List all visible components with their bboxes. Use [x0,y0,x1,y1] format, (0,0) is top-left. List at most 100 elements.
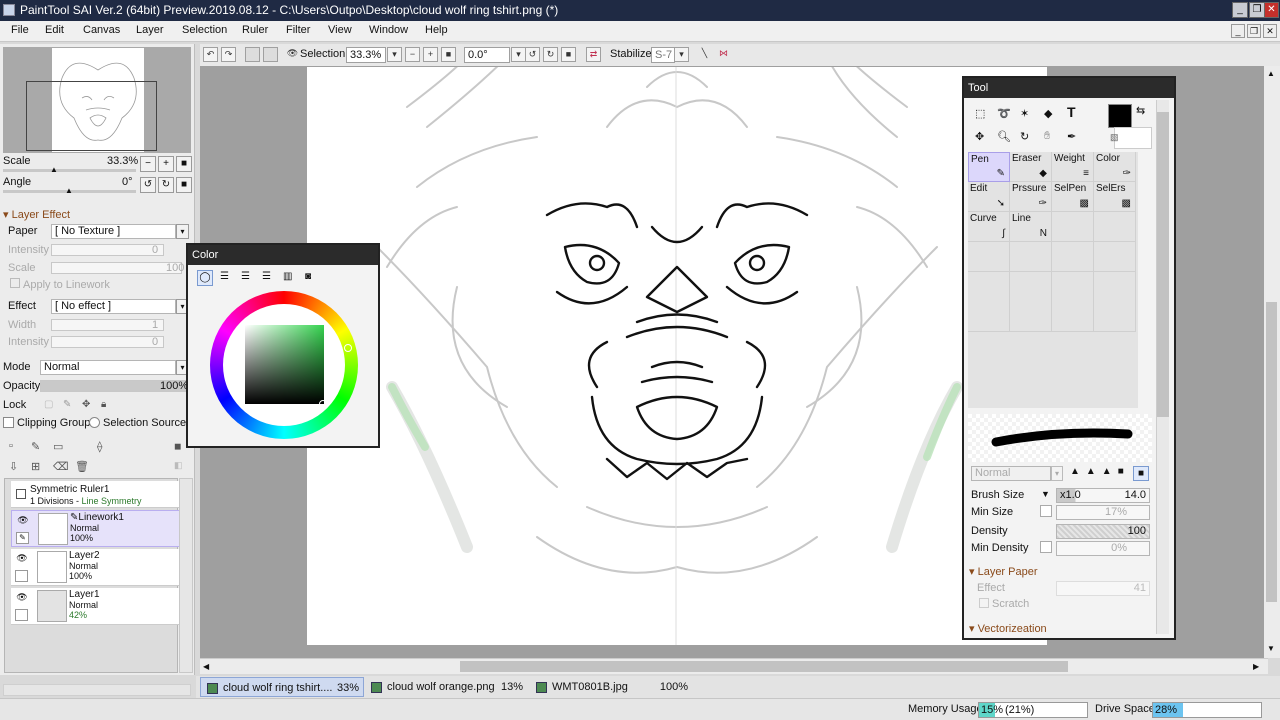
tool-preset-empty[interactable] [968,242,1010,272]
brush-shape-square-icon[interactable]: ■ [1133,466,1149,481]
tool-preset-empty[interactable] [1010,272,1052,332]
intensity-slider[interactable] [51,244,164,256]
paper-scale-slider[interactable] [51,262,182,274]
zoom-in-toolbar-button[interactable]: + [423,47,438,62]
rotate-right-button[interactable]: ↻ [158,177,174,193]
layer-item[interactable]: 👁︎ Layer1 Normal 42% [11,588,180,625]
scroll-up-arrow-icon[interactable]: ▲ [1267,69,1275,78]
mdi-close-button[interactable]: ✕ [1263,24,1277,38]
layer-menu-icon[interactable]: ◼ [174,441,181,452]
saturation-value-square[interactable] [245,325,324,404]
rotation-dropdown-button[interactable]: ▾ [511,47,526,62]
bucket-icon[interactable]: ◆ [1044,107,1052,120]
symmetry-icon[interactable]: ⋈ [716,47,731,62]
color-wheel-mode-icon[interactable]: ◯ [197,270,213,286]
main-color-swatch[interactable] [1108,104,1132,128]
rotate-cw-button[interactable]: ↻ [543,47,558,62]
rotate-ccw-button[interactable]: ↺ [525,47,540,62]
mdi-restore-button[interactable]: ❐ [1247,24,1261,38]
tool-preset-curve[interactable]: Curve ∫ [968,212,1010,242]
tool-preset-empty[interactable] [1052,212,1094,242]
menu-edit[interactable]: Edit [45,24,64,36]
lock-all-icon[interactable]: 🔒︎ [101,399,106,410]
zoom-out-button[interactable]: − [140,156,156,172]
rotate-left-button[interactable]: ↺ [140,177,156,193]
scale-slider[interactable] [3,169,136,172]
lock-move-icon[interactable]: ✥ [82,399,90,410]
min-size-checkbox[interactable] [1040,505,1052,517]
straight-line-icon[interactable]: ╲ [697,47,712,62]
new-folder-icon[interactable]: ▭ [53,440,63,453]
layer-effect-header[interactable]: ▾ Layer Effect [3,208,70,221]
palette-mode-icon[interactable]: ☰ [262,271,271,282]
hue-marker[interactable] [344,344,352,352]
tool-preset-empty[interactable] [1094,272,1136,332]
tool-preset-empty[interactable] [1052,272,1094,332]
rotation-field[interactable]: 0.0° [464,47,510,63]
scroll-right-arrow-icon[interactable]: ▶ [1253,662,1259,671]
tool-panel-scroll-thumb[interactable] [1157,112,1169,417]
visibility-eye-icon[interactable]: 👁︎ [16,515,30,527]
new-ruler-icon[interactable]: ⟠ [97,440,102,453]
navigator-viewport[interactable] [26,81,157,151]
new-linework-icon[interactable]: ✎ [31,440,40,453]
swap-colors-icon[interactable]: ⇆ [1136,104,1145,117]
maximize-button[interactable]: ❐ [1249,2,1265,18]
min-density-slider[interactable]: 0% [1056,541,1150,556]
tool-panel-scrollbar[interactable] [1156,100,1169,634]
transfer-down-icon[interactable]: ⇩ [9,460,18,473]
flip-horizontal-button[interactable]: ⇄ [586,47,601,62]
min-density-checkbox[interactable] [1040,541,1052,553]
menu-view[interactable]: View [328,24,352,36]
magic-wand-icon[interactable]: ✶ [1020,107,1029,120]
document-tab[interactable]: cloud wolf ring tshirt.... 33% [200,677,364,697]
apply-linework-checkbox[interactable]: Apply to Linework [10,278,110,291]
tool-preset-eraser[interactable]: Eraser ◆ [1010,152,1052,182]
zoom-reset-toolbar-button[interactable]: ■ [441,47,456,62]
mdi-minimize-button[interactable]: _ [1231,24,1245,38]
transparent-color-icon[interactable]: ▧ [1110,132,1119,143]
delete-layer-icon[interactable]: 🗑︎ [75,460,89,473]
tool-blend-dropdown-button[interactable]: ▾ [1051,466,1063,481]
stabilizer-select[interactable]: S-7 [651,47,675,63]
tool-preset-pressure[interactable]: Prssure ✑ [1010,182,1052,212]
selection-source-checkbox[interactable]: Selection Source [89,417,186,429]
layer-item[interactable]: Symmetric Ruler1 1 Divisions - Line Symm… [11,481,180,508]
swatch-mode-icon[interactable]: ▥ [283,271,292,282]
clipping-group-checkbox[interactable]: Clipping Group [3,417,90,429]
menu-help[interactable]: Help [425,24,448,36]
tool-preset-empty[interactable] [1010,242,1052,272]
tool-preset-empty[interactable] [1094,212,1136,242]
redo-button[interactable]: ↷ [221,47,236,62]
blend-mode-select[interactable]: Normal [40,360,176,375]
vertical-scroll-thumb[interactable] [1266,302,1277,602]
tool-preset-line[interactable]: Line N [1010,212,1052,242]
tool-effect-slider[interactable]: 41 [1056,581,1150,596]
brush-size-dropdown-icon[interactable]: ▼ [1041,489,1050,499]
menu-window[interactable]: Window [369,24,408,36]
scratch-checkbox[interactable]: Scratch [979,598,1029,610]
menu-filter[interactable]: Filter [286,24,310,36]
layer-link-box[interactable] [15,570,28,582]
left-panel-scrollbar[interactable] [3,684,191,696]
move-tool-icon[interactable]: ✥ [975,130,984,143]
deselect-button[interactable] [245,47,260,62]
rotate-reset-button[interactable]: ■ [176,177,192,193]
eyedropper-icon[interactable]: ✒ [1067,130,1076,143]
document-tab[interactable]: cloud wolf orange.png 13% [365,677,527,697]
rect-select-icon[interactable]: ⬚ [975,107,985,120]
layer-link-box[interactable] [15,609,28,621]
tool-preset-empty[interactable] [1052,242,1094,272]
select-all-button[interactable] [263,47,278,62]
secondary-color-swatch[interactable] [1114,127,1152,149]
canvas-paper[interactable] [307,67,1047,645]
brush-shape-icons[interactable]: ▲▲▲■ [1070,466,1130,477]
document-tab[interactable]: WMT0801B.jpg 100% [530,677,692,697]
undo-button[interactable]: ↶ [203,47,218,62]
lock-transparency-icon[interactable]: ▢ [44,399,53,410]
tool-preset-pen[interactable]: Pen ✎ [968,152,1010,182]
hand-tool-icon[interactable]: ✋︎ [1044,130,1050,143]
density-slider[interactable]: 100 [1056,524,1150,539]
menu-canvas[interactable]: Canvas [83,24,120,36]
effect-select[interactable]: [ No effect ] [51,299,176,314]
